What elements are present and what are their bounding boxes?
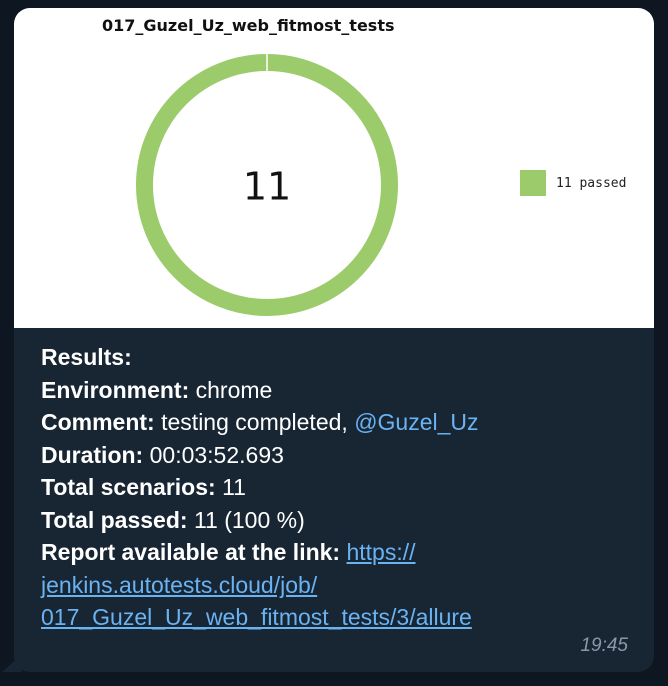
report-label: Report available at the link:: [41, 539, 341, 565]
environment-label: Environment:: [41, 376, 190, 403]
report-link-part3[interactable]: 017_Guzel_Uz_web_fitmost_tests/3/allure: [41, 601, 641, 634]
duration-label: Duration:: [41, 441, 144, 468]
chart-image[interactable]: 017_Guzel_Uz_web_fitmost_tests 11 11 pas…: [14, 8, 654, 328]
legend-label-passed: 11 passed: [556, 175, 627, 191]
message-bubble: 017_Guzel_Uz_web_fitmost_tests 11 11 pas…: [14, 8, 654, 672]
total-passed-label: Total passed:: [41, 506, 188, 533]
total-scenarios-line: Total scenarios: 11: [41, 471, 641, 504]
environment-value: chrome: [195, 376, 273, 403]
duration-value: 00:03:52.693: [149, 441, 284, 468]
duration-line: Duration: 00:03:52.693: [41, 439, 641, 472]
comment-label: Comment:: [41, 409, 155, 435]
results-label: Results:: [41, 344, 132, 370]
chart-legend: 11 passed: [520, 170, 626, 196]
total-scenarios-value: 11: [222, 474, 246, 500]
report-link-part1[interactable]: https://: [346, 539, 415, 565]
environment-line: Environment: chrome: [41, 374, 641, 407]
total-scenarios-label: Total scenarios:: [41, 474, 216, 500]
results-line: Results:: [41, 341, 641, 374]
donut-center-label: 11: [243, 165, 291, 209]
user-mention-link[interactable]: @Guzel_Uz: [354, 409, 478, 435]
message-timestamp: 19:45: [580, 635, 628, 656]
donut-chart: 11: [136, 54, 398, 316]
comment-value: testing completed,: [161, 409, 348, 435]
report-line: Report available at the link: https://: [41, 536, 641, 569]
total-passed-line: Total passed: 11 (100 %): [41, 504, 641, 537]
report-link-part2[interactable]: jenkins.autotests.cloud/job/: [41, 569, 641, 602]
total-passed-value: 11 (100 %): [193, 506, 305, 533]
message-text: Results: Environment: chrome Comment: te…: [41, 341, 641, 634]
legend-swatch-passed: [520, 170, 546, 196]
comment-line: Comment: testing completed, @Guzel_Uz: [41, 406, 641, 439]
